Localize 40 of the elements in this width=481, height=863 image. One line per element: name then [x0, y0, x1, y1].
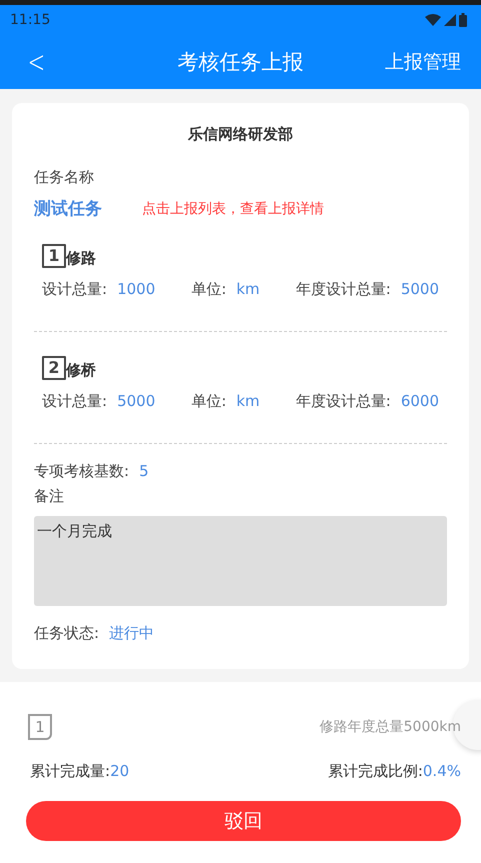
- done-value: 20: [110, 762, 130, 780]
- field-value: 5000: [400, 280, 439, 299]
- field-value: 5000: [117, 392, 156, 411]
- hint-link[interactable]: 点击上报列表，查看上报详情: [142, 200, 324, 218]
- field-value: km: [236, 392, 260, 411]
- task-name-label: 任务名称: [34, 168, 95, 187]
- annual-total: 修路年度总量5000km: [320, 718, 461, 736]
- task-name: 测试任务: [34, 198, 102, 220]
- field-label: 年度设计总量:: [296, 392, 391, 411]
- number-badge: 1: [42, 244, 66, 268]
- field-label: 设计总量:: [42, 280, 108, 299]
- signal-icon: [444, 14, 456, 26]
- field-label: 年度设计总量:: [296, 280, 391, 299]
- number-badge: 1: [28, 714, 52, 740]
- report-management-button[interactable]: 上报管理: [385, 49, 481, 75]
- back-button[interactable]: <: [8, 44, 46, 80]
- remark-field[interactable]: 一个月完成: [34, 516, 447, 606]
- field-label: 单位:: [191, 280, 226, 299]
- battery-icon: [459, 12, 467, 26]
- page-title: 考核任务上报: [178, 49, 304, 76]
- ratio-label: 累计完成比例:: [328, 762, 423, 780]
- field-value: km: [236, 280, 260, 299]
- item-name: 修路: [66, 249, 96, 268]
- base-label: 专项考核基数:: [34, 462, 130, 481]
- field-label: 设计总量:: [42, 392, 108, 411]
- remark-label: 备注: [34, 487, 65, 506]
- clock: 11:15: [10, 12, 50, 28]
- department-name: 乐信网络研发部: [186, 125, 294, 144]
- field-value: 6000: [400, 392, 439, 411]
- base-value: 5: [139, 462, 149, 481]
- field-label: 单位:: [191, 392, 226, 411]
- ratio-value: 0.4%: [422, 762, 461, 780]
- reject-button[interactable]: 驳回: [26, 801, 461, 841]
- field-value: 1000: [117, 280, 156, 299]
- done-label: 累计完成量:: [30, 762, 110, 780]
- status-value: 进行中: [109, 624, 154, 643]
- item-name: 修桥: [66, 361, 96, 380]
- wifi-icon: [425, 14, 441, 26]
- number-badge: 2: [42, 356, 66, 380]
- status-label: 任务状态:: [34, 624, 100, 643]
